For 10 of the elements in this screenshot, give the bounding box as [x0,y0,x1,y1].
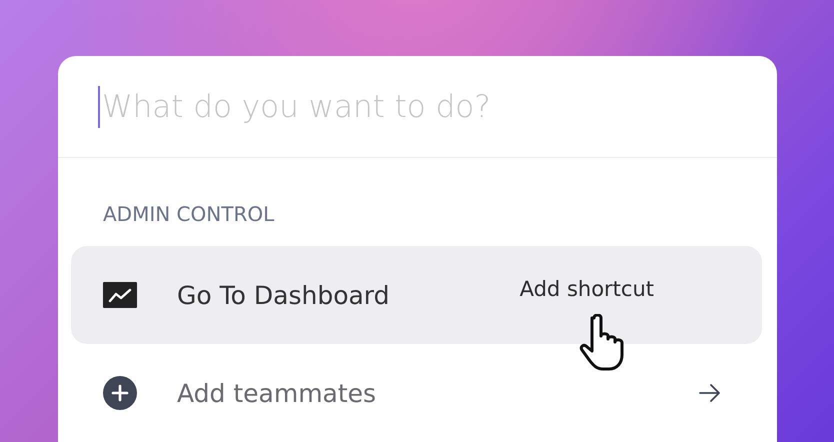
item-label: Add teammates [177,378,378,408]
command-item[interactable]: Add teammates [71,344,762,442]
plus-icon [103,376,137,410]
search-field[interactable]: What do you want to do? [98,88,702,124]
arrow-right-icon [698,383,722,403]
text-cursor-icon [98,86,100,128]
chart-icon [103,282,137,308]
add-shortcut-link[interactable]: Add shortcut [520,277,654,301]
item-label: Go To Dashboard [177,280,391,310]
section-heading: ADMIN CONTROL [103,202,276,226]
